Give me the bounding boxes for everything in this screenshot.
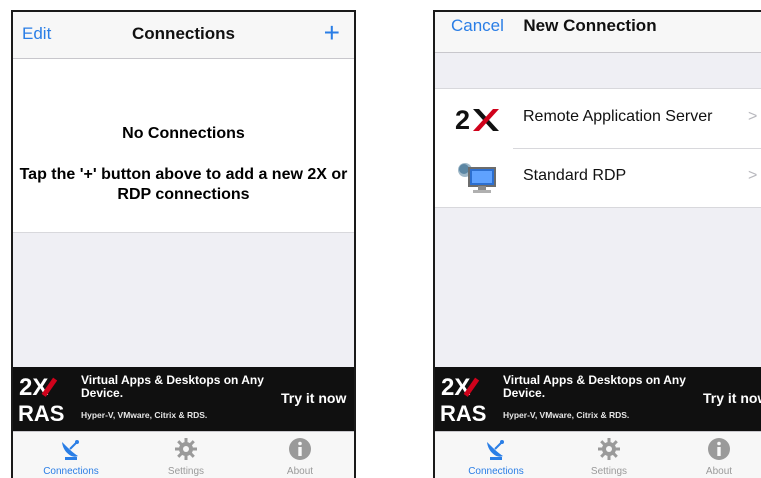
tab-connections[interactable]: Connections: [26, 432, 116, 478]
gear-icon: [175, 438, 197, 460]
info-icon: [289, 438, 311, 460]
info-icon: [708, 438, 730, 460]
ad-logo-bottom: RAS: [440, 401, 486, 425]
svg-text:2: 2: [455, 105, 470, 135]
ad-try-it-now[interactable]: Try it now: [281, 390, 346, 406]
page-title: Connections: [132, 24, 235, 43]
tab-settings[interactable]: Settings: [564, 432, 654, 478]
plus-icon: +: [323, 17, 340, 48]
tab-connections[interactable]: Connections: [451, 432, 541, 478]
list-item-standard-rdp[interactable]: Standard RDP >: [435, 148, 761, 207]
ad-try-it-now[interactable]: Try it now: [703, 390, 761, 406]
tab-settings[interactable]: Settings: [141, 432, 231, 478]
page-title: New Connection: [523, 16, 657, 35]
empty-state-title: No Connections: [122, 125, 245, 142]
gear-icon: [598, 438, 620, 460]
tab-label: Connections: [468, 466, 524, 477]
empty-state-message: Tap the '+' button above to add a new 2X…: [19, 166, 348, 203]
list-item-remote-application-server[interactable]: 2 Remote Application Server >: [435, 89, 761, 148]
tab-label: Connections: [43, 466, 99, 477]
screenshot-canvas: Edit Connections + No Connections Tap th…: [0, 0, 761, 478]
tab-label: Settings: [167, 466, 205, 477]
tab-bar: Connections Settings About: [13, 431, 354, 478]
ad-headline: Virtual Apps & Desktops on Any Device.: [503, 373, 686, 400]
connection-type-list: 2 Remote Application Server > Standard R…: [435, 88, 761, 208]
chevron-right-icon: >: [748, 108, 758, 125]
rdp-computer-icon: [458, 163, 496, 193]
ad-headline: Virtual Apps & Desktops on Any Device.: [81, 373, 264, 400]
tab-bar: Connections Settings About: [435, 431, 761, 478]
navigation-bar: Cancel New Connection: [435, 12, 761, 53]
satellite-dish-icon: [62, 440, 79, 460]
empty-state-panel: No Connections Tap the '+' button above …: [13, 59, 354, 233]
ad-logo-top: 2X: [19, 374, 48, 401]
2x-logo-icon: 2: [455, 105, 499, 135]
ad-logo-bottom: RAS: [18, 401, 64, 425]
chevron-right-icon: >: [748, 167, 758, 184]
connection-type-label: Standard RDP: [523, 167, 627, 184]
add-connection-button[interactable]: +: [324, 19, 340, 47]
connections-screen: Edit Connections + No Connections Tap th…: [11, 10, 356, 478]
tab-about[interactable]: About: [255, 432, 345, 478]
tab-label: About: [286, 466, 314, 477]
new-connection-screen: Cancel New Connection 2 Remote Applicati…: [433, 10, 761, 478]
tab-about[interactable]: About: [674, 432, 761, 478]
connection-type-label: Remote Application Server: [523, 108, 713, 125]
ad-banner[interactable]: 2X RAS Virtual Apps & Desktops on Any De…: [435, 367, 761, 431]
tab-label: About: [705, 466, 733, 477]
2x-ras-logo-icon: 2X RAS: [440, 374, 486, 425]
tab-label: Settings: [590, 466, 628, 477]
ad-subline: Hyper-V, VMware, Citrix & RDS.: [503, 410, 630, 420]
2x-ras-logo-icon: 2X RAS: [18, 374, 64, 425]
ad-subline: Hyper-V, VMware, Citrix & RDS.: [81, 410, 208, 420]
satellite-dish-icon: [487, 440, 504, 460]
navigation-bar: Edit Connections +: [13, 12, 354, 59]
ad-logo-top: 2X: [441, 374, 470, 401]
ad-banner[interactable]: 2X RAS Virtual Apps & Desktops on Any De…: [13, 367, 354, 431]
